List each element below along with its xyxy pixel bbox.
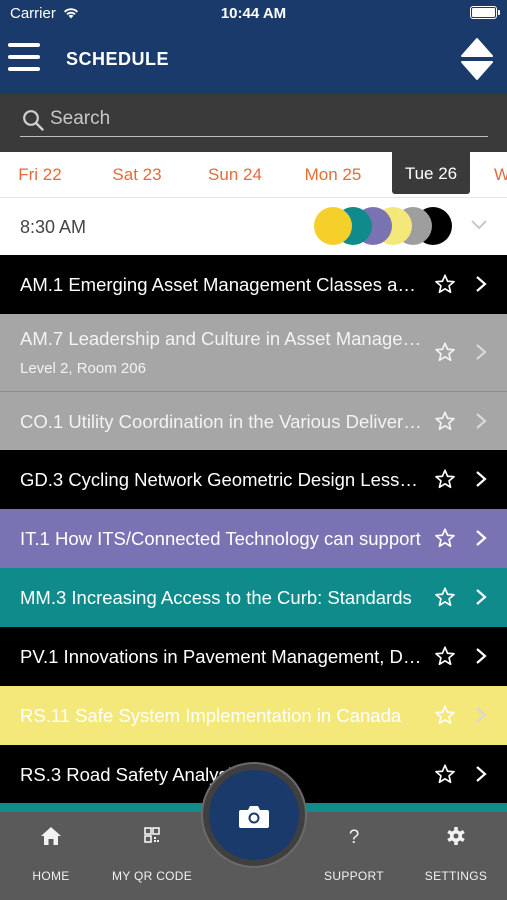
session-row[interactable]: GD.3 Cycling Network Geometric Design Le…: [0, 450, 507, 509]
nav-label: MY QR CODE: [111, 869, 193, 883]
chevron-right-icon[interactable]: [475, 412, 487, 430]
nav-label: HOME: [32, 869, 70, 883]
qr-code-icon: [144, 827, 160, 843]
home-icon: [41, 827, 61, 845]
star-icon[interactable]: [434, 586, 456, 608]
session-title: AM.7 Leadership and Culture in Asset Man…: [20, 328, 425, 349]
scan-camera-button[interactable]: [203, 764, 305, 866]
tab-mon-25[interactable]: Mon 25: [296, 152, 370, 197]
app-header: SCHEDULE: [0, 26, 507, 94]
search-field: [20, 104, 488, 137]
day-tabs: Fri 22 Sat 23 Sun 24 Mon 25 Tue 26 W: [0, 152, 507, 197]
status-bar: Carrier 10:44 AM: [0, 0, 507, 26]
page-title: SCHEDULE: [66, 49, 170, 69]
time-group-header[interactable]: 8:30 AM: [0, 197, 507, 255]
session-title: PV.1 Innovations in Pavement Management,…: [20, 646, 425, 667]
session-row[interactable]: AM.7 Leadership and Culture in Asset Man…: [0, 314, 507, 391]
search-icon: [23, 110, 44, 131]
tab-wed[interactable]: W: [494, 152, 507, 197]
star-icon[interactable]: [434, 468, 456, 490]
session-row[interactable]: RS.11 Safe System Implementation in Cana…: [0, 686, 507, 745]
star-icon[interactable]: [434, 273, 456, 295]
chevron-right-icon[interactable]: [475, 470, 487, 488]
star-icon[interactable]: [434, 341, 456, 363]
star-icon[interactable]: [434, 645, 456, 667]
nav-settings[interactable]: SETTINGS: [406, 812, 506, 900]
session-location: Level 2, Room 206: [20, 360, 146, 377]
nav-label: SUPPORT: [324, 869, 384, 883]
star-icon[interactable]: [434, 410, 456, 432]
session-title: MM.3 Increasing Access to the Curb: Stan…: [20, 587, 412, 608]
session-row[interactable]: AM.1 Emerging Asset Management Classes a…: [0, 255, 507, 314]
session-title: GD.3 Cycling Network Geometric Design Le…: [20, 469, 425, 490]
chevron-right-icon[interactable]: [475, 343, 487, 361]
chevron-down-icon[interactable]: [471, 220, 487, 230]
session-list: AM.1 Emerging Asset Management Classes a…: [0, 255, 507, 804]
session-title: RS.11 Safe System Implementation in Cana…: [20, 705, 402, 726]
session-title: AM.1 Emerging Asset Management Classes a…: [20, 274, 425, 295]
search-bar: [0, 94, 507, 152]
session-row[interactable]: PV.1 Innovations in Pavement Management,…: [0, 627, 507, 686]
chevron-right-icon[interactable]: [475, 275, 487, 293]
tab-sun-24[interactable]: Sun 24: [198, 152, 272, 197]
session-title: CO.1 Utility Coordination in the Various…: [20, 411, 425, 432]
battery-icon: [470, 6, 500, 19]
tab-sat-23[interactable]: Sat 23: [101, 152, 173, 197]
tab-fri-22[interactable]: Fri 22: [4, 152, 76, 197]
chevron-right-icon[interactable]: [475, 529, 487, 547]
session-row[interactable]: CO.1 Utility Coordination in the Various…: [0, 391, 507, 450]
session-row[interactable]: MM.3 Increasing Access to the Curb: Stan…: [0, 568, 507, 627]
session-row[interactable]: IT.1 How ITS/Connected Technology can su…: [0, 509, 507, 568]
session-title: IT.1 How ITS/Connected Technology can su…: [20, 528, 421, 549]
svg-text:?: ?: [349, 827, 360, 848]
chevron-right-icon[interactable]: [475, 588, 487, 606]
time-label: 8:30 AM: [20, 217, 87, 237]
sort-icon[interactable]: [461, 37, 493, 81]
status-time: 10:44 AM: [220, 5, 287, 22]
gear-icon: [447, 827, 465, 845]
chevron-right-icon[interactable]: [475, 706, 487, 724]
nav-support[interactable]: ? SUPPORT: [304, 812, 404, 900]
nav-home[interactable]: HOME: [1, 812, 101, 900]
nav-my-qr-code[interactable]: MY QR CODE: [102, 812, 202, 900]
chevron-right-icon[interactable]: [475, 647, 487, 665]
tab-tue-26[interactable]: Tue 26: [392, 152, 470, 194]
camera-icon: [239, 806, 269, 828]
menu-icon[interactable]: [8, 43, 40, 71]
question-icon: ?: [349, 827, 360, 848]
track-color-dots: [314, 207, 464, 247]
star-icon[interactable]: [434, 704, 456, 726]
chevron-right-icon[interactable]: [475, 765, 487, 783]
search-input[interactable]: [50, 108, 470, 130]
star-icon[interactable]: [434, 763, 456, 785]
star-icon[interactable]: [434, 527, 456, 549]
nav-label: SETTINGS: [424, 869, 488, 883]
track-dot: [314, 207, 352, 245]
